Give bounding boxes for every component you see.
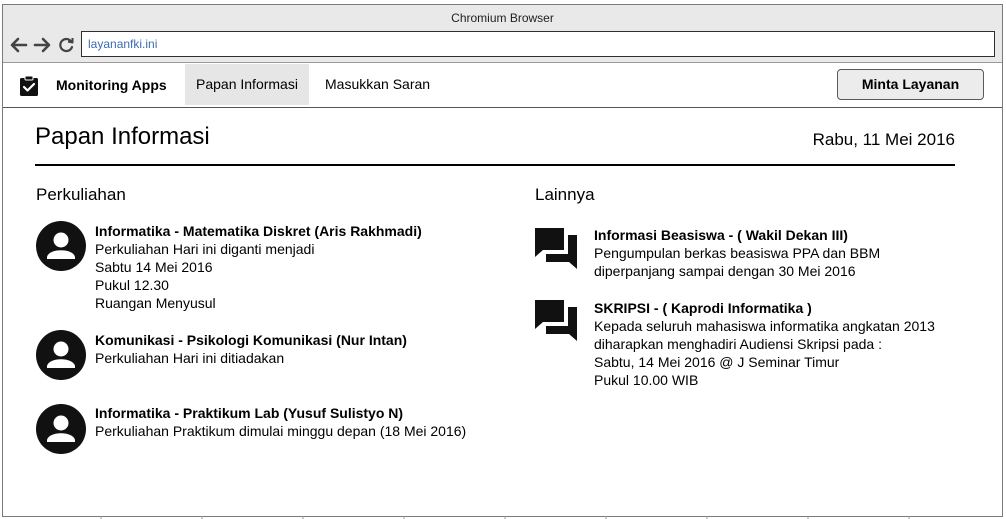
browser-title-bar: Chromium Browser [3, 5, 1002, 30]
item-title: Informasi Beasiswa - ( Wakil Dekan III) [594, 227, 848, 243]
page-title: Papan Informasi [35, 123, 210, 150]
lainnya-heading: Lainnya [535, 185, 595, 204]
account-circle-icon [36, 330, 86, 380]
title-divider [35, 164, 955, 166]
perkuliahan-heading: Perkuliahan [36, 185, 126, 204]
app-name[interactable]: Monitoring Apps [56, 77, 167, 93]
item-line: Sabtu, 14 Mei 2016 @ J Seminar Timur [594, 354, 840, 370]
item-title: Komunikasi - Psikologi Komunikasi (Nur I… [95, 332, 407, 348]
lecture-item-2: Komunikasi - Psikologi Komunikasi (Nur I… [95, 331, 407, 367]
account-circle-icon [36, 404, 86, 454]
item-line: Ruangan Menyusul [95, 295, 216, 311]
minta-layanan-button[interactable]: Minta Layanan [837, 69, 984, 100]
arrow-right-icon[interactable] [32, 35, 52, 55]
item-line: Pukul 12.30 [95, 277, 169, 293]
lecture-item-3: Informatika - Praktikum Lab (Yusuf Sulis… [95, 404, 466, 440]
forum-icon [535, 228, 577, 269]
item-line: Pukul 10.00 WIB [594, 372, 699, 388]
app-navbar: Monitoring Apps Papan Informasi Masukkan… [3, 63, 1002, 108]
item-line: diharapkan menghadiri Audiensi Skripsi p… [594, 336, 882, 352]
item-line: Perkuliahan Hari ini diganti menjadi [95, 241, 315, 257]
lecture-item-1: Informatika - Matematika Diskret (Aris R… [95, 222, 422, 312]
reload-icon[interactable] [56, 35, 76, 55]
clipboard-check-icon [20, 75, 38, 96]
browser-title: Chromium Browser [451, 11, 554, 25]
forum-icon [535, 300, 577, 341]
item-line: Kepada seluruh mahasiswa informatika ang… [594, 318, 935, 334]
info-item-2: SKRIPSI - ( Kaprodi Informatika ) Kepada… [594, 299, 935, 389]
item-line: Sabtu 14 Mei 2016 [95, 259, 213, 275]
info-item-1: Informasi Beasiswa - ( Wakil Dekan III) … [594, 226, 880, 280]
item-line: Pengumpulan berkas beasiswa PPA dan BBM [594, 245, 881, 261]
arrow-left-icon[interactable] [9, 35, 29, 55]
item-line: Perkuliahan Hari ini ditiadakan [95, 350, 285, 366]
item-title: Informatika - Praktikum Lab (Yusuf Sulis… [95, 405, 404, 421]
url-field[interactable]: layananfki.ini [81, 31, 995, 57]
item-line: diperpanjang sampai dengan 30 Mei 2016 [594, 263, 856, 279]
item-title: Informatika - Matematika Diskret (Aris R… [95, 223, 422, 239]
tab-masukkan-saran[interactable]: Masukkan Saran [314, 64, 441, 105]
tab-papan-informasi[interactable]: Papan Informasi [185, 64, 309, 105]
item-line: Perkuliahan Praktikum dimulai minggu dep… [95, 423, 467, 439]
page-date: Rabu, 11 Mei 2016 [812, 130, 955, 149]
account-circle-icon [36, 221, 86, 271]
item-title: SKRIPSI - ( Kaprodi Informatika ) [594, 300, 812, 316]
address-bar: layananfki.ini [3, 30, 1002, 63]
